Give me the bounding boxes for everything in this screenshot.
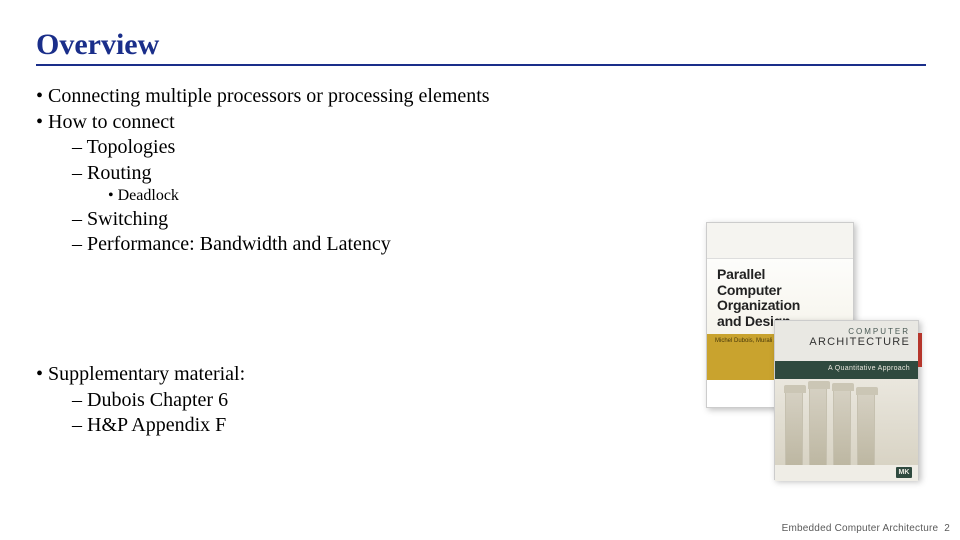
slide: Overview Connecting multiple processors … [0,0,960,540]
book-top-band [707,223,853,259]
book-subtitle-band: A Quantitative Approach [775,361,918,379]
column-graphic [809,389,827,465]
book-title-line: Parallel [717,267,843,283]
column-graphic [785,393,803,465]
page-title: Overview [36,28,924,62]
book-footer-band: MK [775,465,918,481]
bullet-l1: Connecting multiple processors or proces… [36,84,924,110]
book-pretitle: COMPUTER [783,327,910,336]
book-title-line: Computer [717,283,843,299]
publisher-mark: MK [896,467,912,478]
footer-text: Embedded Computer Architecture [782,523,939,534]
bullet-l2: Topologies [72,135,924,161]
slide-footer: Embedded Computer Architecture 2 [782,523,950,534]
column-graphic [857,395,875,465]
title-underline [36,64,926,66]
bullet-l1: How to connect [36,110,924,136]
book-covers: Parallel Computer Organization and Desig… [706,222,916,477]
book-cover-image [775,379,918,465]
book-title-line: Organization [717,298,843,314]
column-graphic [833,391,851,465]
page-number: 2 [944,523,950,534]
book-title: ARCHITECTURE [783,336,910,348]
bullet-l3: Deadlock [108,186,924,206]
bullet-l2: Routing [72,161,924,187]
spine-tab [918,333,922,367]
book-title-area: COMPUTER ARCHITECTURE [775,321,918,361]
book-cover-hennessy-patterson: COMPUTER ARCHITECTURE A Quantitative App… [774,320,919,480]
